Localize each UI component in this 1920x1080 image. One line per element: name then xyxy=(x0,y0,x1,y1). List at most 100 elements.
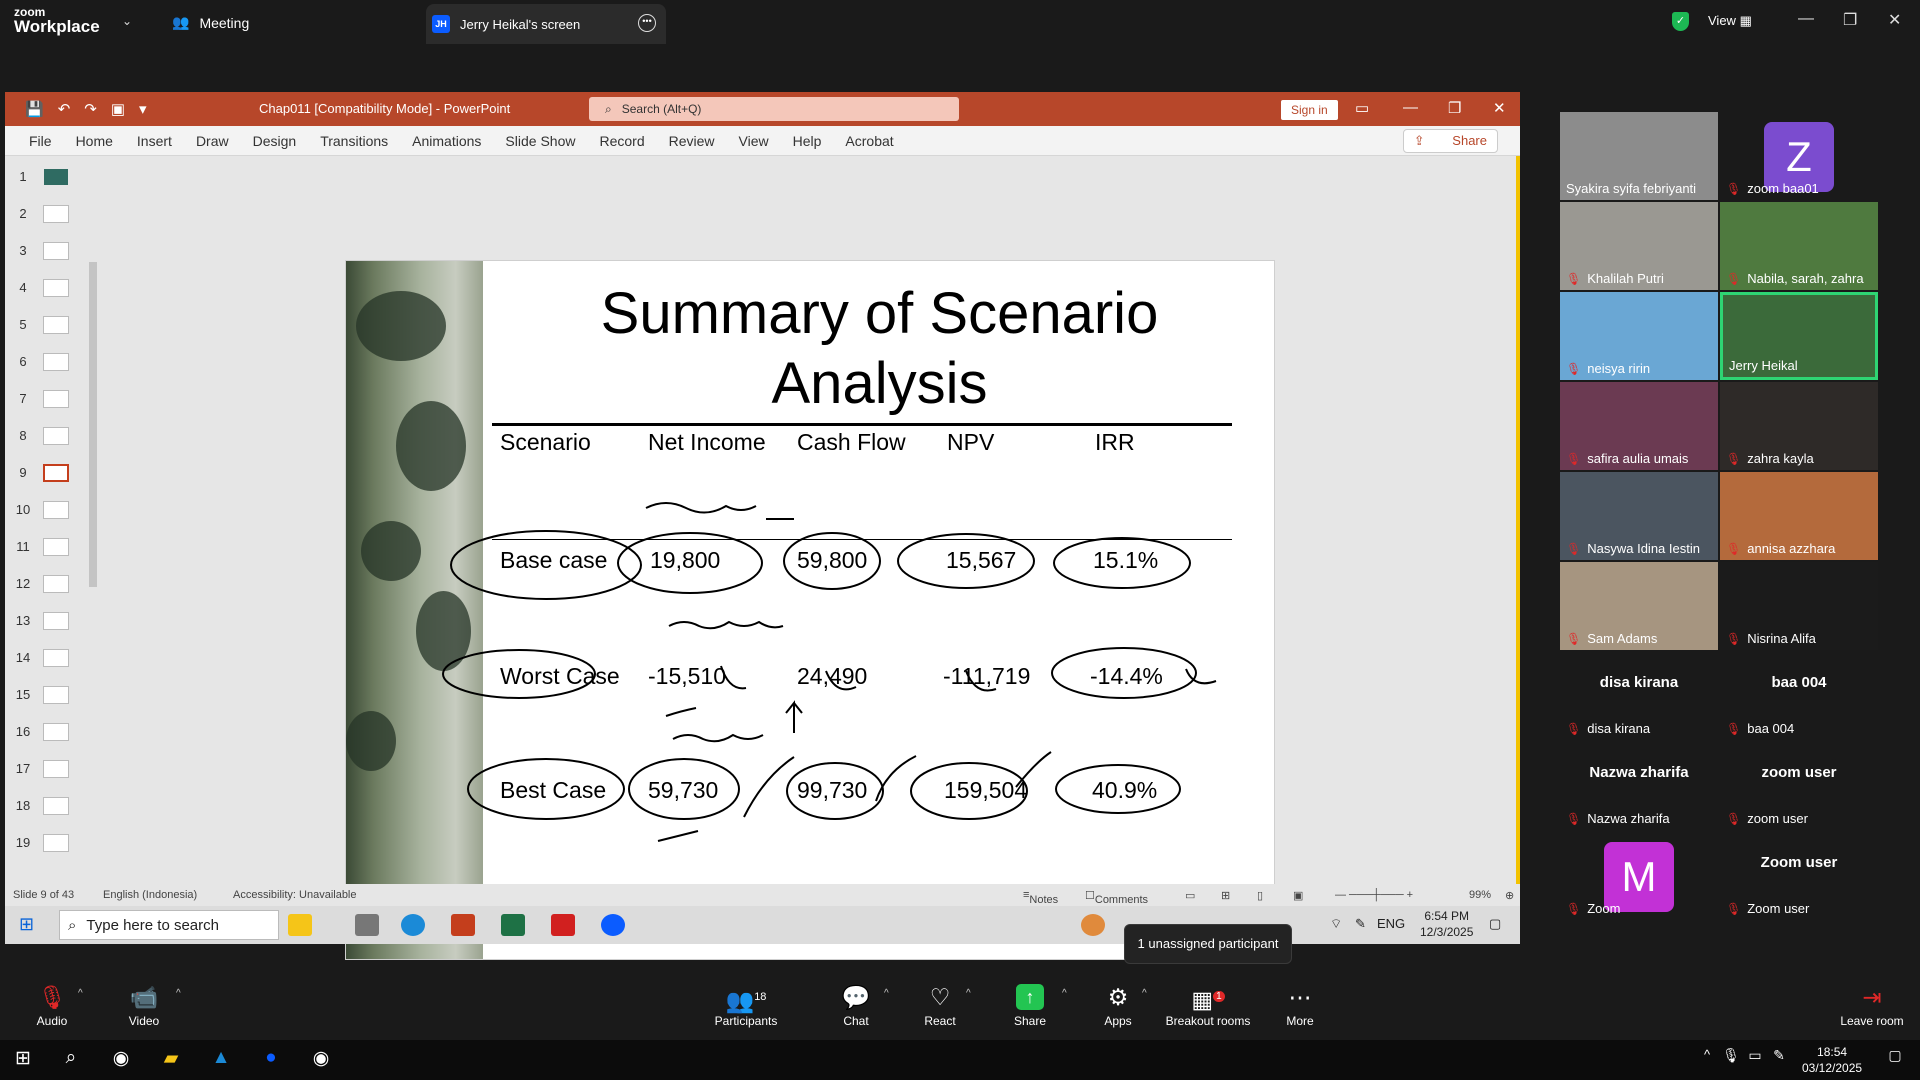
language-status[interactable]: English (Indonesia) xyxy=(103,889,197,901)
customize-icon[interactable]: ▾ xyxy=(139,100,147,118)
participant-tile[interactable]: Z 🎙 zoom baa01 xyxy=(1720,112,1878,200)
slide-thumbnail[interactable]: 2 xyxy=(5,203,105,233)
undo-icon[interactable]: ↶ xyxy=(58,100,71,118)
windows-start-icon[interactable]: ⊞ xyxy=(19,914,43,936)
ppt-restore-icon[interactable]: ❐ xyxy=(1448,99,1461,117)
edge-icon[interactable] xyxy=(401,914,425,936)
apps-options-caret[interactable]: ^ xyxy=(1142,988,1147,999)
participant-tile[interactable]: 🎙 Nabila, sarah, zahra xyxy=(1720,202,1878,290)
ribbon-display-icon[interactable]: ▭ xyxy=(1355,99,1369,117)
presenter-clock[interactable]: 6:54 PM 12/3/2025 xyxy=(1420,908,1473,940)
ppt-search-box[interactable]: ⌕ Search (Alt+Q) xyxy=(589,97,959,121)
notes-button[interactable]: ≡ Notes xyxy=(1023,889,1058,906)
menu-animations[interactable]: Animations xyxy=(412,133,481,149)
participant-tile[interactable]: 🎙 annisa azzhara xyxy=(1720,472,1878,560)
participant-tile[interactable]: 🎙 Nasywa Idina Iestin xyxy=(1560,472,1718,560)
participant-tile[interactable]: baa 004 🎙 baa 004 xyxy=(1720,652,1878,740)
participant-tile[interactable]: Jerry Heikal xyxy=(1720,292,1878,380)
participant-tile[interactable]: 🎙 Sam Adams xyxy=(1560,562,1718,650)
reading-view-icon[interactable]: ▯ xyxy=(1257,889,1263,902)
view-button[interactable]: View ▦ xyxy=(1708,13,1752,29)
ppt-close-icon[interactable]: ✕ xyxy=(1493,99,1506,117)
security-shield-icon[interactable]: ✓ xyxy=(1672,12,1689,31)
accessibility-status[interactable]: Accessibility: Unavailable xyxy=(233,889,357,901)
participant-tile[interactable]: disa kirana 🎙 disa kirana xyxy=(1560,652,1718,740)
participants-button[interactable]: 👥18 Participants xyxy=(706,982,786,1028)
weather-icon[interactable] xyxy=(1081,914,1105,936)
azure-data-studio-icon[interactable]: ▲ xyxy=(206,1047,236,1073)
tab-shared-screen[interactable]: JH Jerry Heikal's screen ••• xyxy=(426,4,666,44)
comments-button[interactable]: ☐ Comments xyxy=(1085,889,1148,906)
react-options-caret[interactable]: ^ xyxy=(966,988,971,999)
chat-options-caret[interactable]: ^ xyxy=(884,988,889,999)
network-icon[interactable]: ⌔ xyxy=(1330,916,1342,932)
participant-tile[interactable]: 🎙 Nisrina Alifa xyxy=(1720,562,1878,650)
slide-thumbnail[interactable]: 1 xyxy=(5,166,105,196)
meeting-button[interactable]: 👥 Meeting xyxy=(172,14,249,31)
menu-design[interactable]: Design xyxy=(253,133,297,149)
breakout-rooms-button[interactable]: ▦ 1 Breakout rooms xyxy=(1164,982,1252,1028)
chevron-down-icon[interactable]: ⌄ xyxy=(122,14,132,28)
more-button[interactable]: ⋯ More xyxy=(1260,982,1340,1028)
menu-review[interactable]: Review xyxy=(669,133,715,149)
menu-draw[interactable]: Draw xyxy=(196,133,229,149)
scroll-thumb[interactable] xyxy=(89,262,97,587)
sign-in-button[interactable]: Sign in xyxy=(1281,100,1338,120)
menu-insert[interactable]: Insert xyxy=(137,133,172,149)
menu-help[interactable]: Help xyxy=(793,133,822,149)
excel-icon[interactable] xyxy=(501,914,525,936)
search-icon[interactable]: ⌕ xyxy=(56,1047,86,1073)
close-icon[interactable]: ✕ xyxy=(1888,10,1901,30)
save-icon[interactable]: 💾 xyxy=(25,100,44,118)
input-language[interactable]: ENG xyxy=(1377,916,1405,931)
more-options-icon[interactable]: ••• xyxy=(638,14,656,32)
menu-record[interactable]: Record xyxy=(599,133,644,149)
participant-tile[interactable]: 🎙 zahra kayla xyxy=(1720,382,1878,470)
video-options-caret[interactable]: ^ xyxy=(176,988,181,999)
fit-slide-icon[interactable]: ⊕ xyxy=(1505,889,1514,902)
system-clock[interactable]: 18:54 03/12/2025 xyxy=(1802,1044,1862,1076)
leave-room-button[interactable]: ⇥ Leave room xyxy=(1830,982,1914,1028)
participant-tile[interactable]: 🎙 neisya ririn xyxy=(1560,292,1718,380)
pen-tray-icon[interactable]: ✎ xyxy=(1764,1047,1794,1073)
share-options-caret[interactable]: ^ xyxy=(1062,988,1067,999)
participant-tile[interactable]: 🎙 Khalilah Putri xyxy=(1560,202,1718,290)
ppt-share-button[interactable]: ⇪ Share xyxy=(1402,129,1498,153)
copilot-icon[interactable] xyxy=(288,914,312,936)
share-button[interactable]: ↑ Share xyxy=(990,982,1070,1028)
pen-icon[interactable]: ✎ xyxy=(1355,916,1366,932)
zoom-app-icon[interactable] xyxy=(601,914,625,936)
windows-start-icon[interactable]: ⊞ xyxy=(8,1047,38,1073)
participant-tile[interactable]: 🎙 safira aulia umais xyxy=(1560,382,1718,470)
participant-tile[interactable]: zoom user 🎙 zoom user xyxy=(1720,742,1878,830)
participant-tile[interactable]: Zoom user 🎙 Zoom user xyxy=(1720,832,1878,920)
participant-tile[interactable]: M 🎙 Zoom xyxy=(1560,832,1718,920)
zoom-taskbar-icon[interactable]: ● xyxy=(256,1047,286,1073)
zoom-percent[interactable]: 99% xyxy=(1469,889,1491,901)
task-view-icon[interactable] xyxy=(355,914,379,936)
ppt-minimize-icon[interactable]: — xyxy=(1403,99,1418,116)
menu-slide-show[interactable]: Slide Show xyxy=(505,133,575,149)
present-icon[interactable]: ▣ xyxy=(111,100,125,118)
notifications-icon[interactable]: ▢ xyxy=(1489,916,1501,932)
chrome-icon[interactable]: ◉ xyxy=(106,1047,136,1073)
menu-acrobat[interactable]: Acrobat xyxy=(845,133,893,149)
menu-file[interactable]: File xyxy=(29,133,52,149)
chrome-icon-2[interactable]: ◉ xyxy=(306,1047,336,1073)
taskbar-search-box[interactable]: ⌕ Type here to search xyxy=(59,910,279,940)
slideshow-view-icon[interactable]: ▣ xyxy=(1293,889,1303,902)
zoom-slider[interactable]: — ───┼─── + xyxy=(1335,889,1413,901)
file-explorer-icon[interactable]: ▰ xyxy=(156,1047,186,1073)
audio-options-caret[interactable]: ^ xyxy=(78,988,83,999)
thumbnail-scrollbar[interactable] xyxy=(89,252,99,972)
minimize-icon[interactable]: — xyxy=(1798,10,1814,28)
participant-tile[interactable]: Syakira syifa febriyanti xyxy=(1560,112,1718,200)
video-button[interactable]: 📹 Video xyxy=(104,982,184,1028)
participant-tile[interactable]: Nazwa zharifa 🎙 Nazwa zharifa xyxy=(1560,742,1718,830)
redo-icon[interactable]: ↷ xyxy=(84,100,97,118)
menu-home[interactable]: Home xyxy=(76,133,113,149)
acrobat-icon[interactable] xyxy=(551,914,575,936)
menu-view[interactable]: View xyxy=(739,133,769,149)
normal-view-icon[interactable]: ▭ xyxy=(1185,889,1195,902)
notifications-icon[interactable]: ▢ xyxy=(1880,1047,1910,1073)
